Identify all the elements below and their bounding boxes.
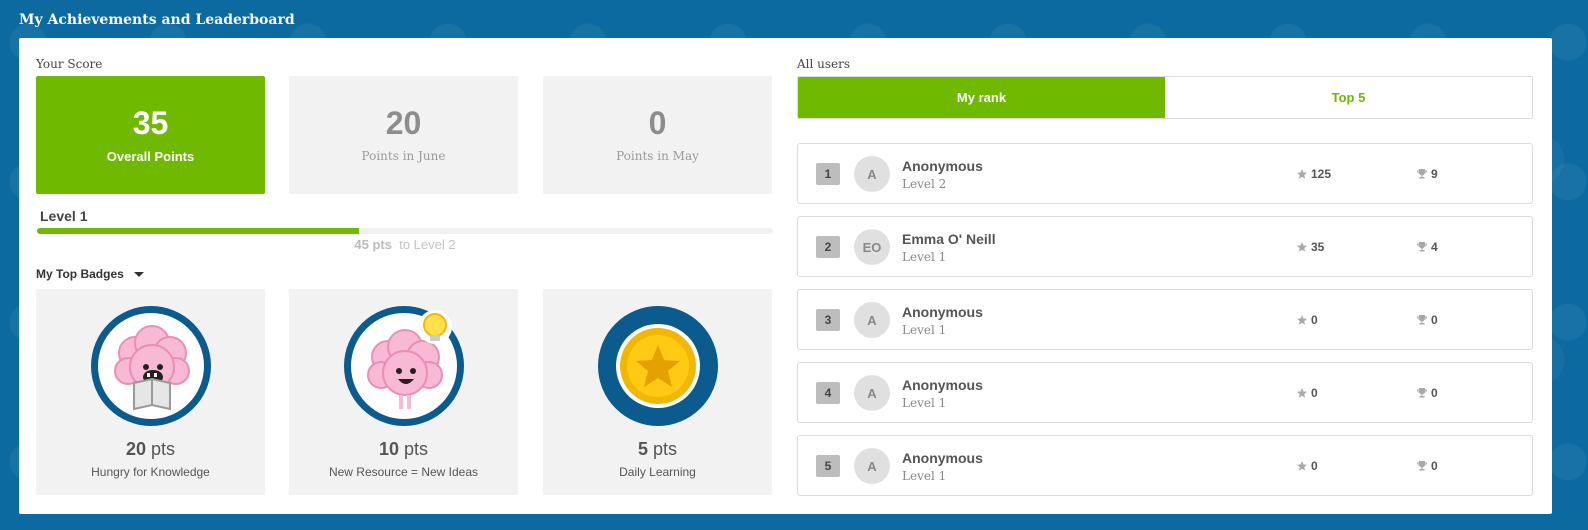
points-may-value: 0 xyxy=(648,105,667,141)
rank-number: 1 xyxy=(816,163,840,185)
user-name: Anonymous xyxy=(902,450,983,466)
all-users-label: All users xyxy=(797,57,851,71)
rank-number: 4 xyxy=(816,382,840,404)
tab-my-rank[interactable]: My rank xyxy=(798,77,1165,118)
overall-points-caption: Overall Points xyxy=(106,148,195,164)
points-june-value: 20 xyxy=(385,105,422,141)
tab-top-5[interactable]: Top 5 xyxy=(1165,77,1532,118)
user-level: Level 1 xyxy=(902,323,947,337)
level-progress-text: 45 pts to Level 2 xyxy=(19,237,791,252)
leaderboard-list: 1 A Anonymous Level 2 125 9 2 EO Emma O'… xyxy=(797,143,1533,508)
badge-points: 10 pts xyxy=(378,439,429,459)
badge-name: Daily Learning xyxy=(619,465,696,479)
avatar: A xyxy=(854,302,890,338)
user-level: Level 1 xyxy=(902,250,947,264)
overall-points-value: 35 xyxy=(132,104,169,141)
trophy-icon xyxy=(1417,242,1427,252)
page-title: My Achievements and Leaderboard xyxy=(19,12,295,28)
trophy-icon xyxy=(1417,461,1427,471)
pts-remaining: 45 pts xyxy=(354,237,392,252)
rank-number: 5 xyxy=(816,455,840,477)
star-count: 0 xyxy=(1296,459,1318,473)
star-count: 125 xyxy=(1296,167,1331,181)
avatar: EO xyxy=(854,229,890,265)
badge-name: Hungry for Knowledge xyxy=(91,465,210,479)
user-level: Level 2 xyxy=(902,177,947,191)
caret-down-icon xyxy=(133,271,144,277)
leaderboard-row[interactable]: 2 EO Emma O' Neill Level 1 35 4 xyxy=(797,216,1533,277)
top-badges-label: My Top Badges xyxy=(36,267,124,281)
level-progress-bar xyxy=(37,228,773,234)
star-icon xyxy=(1297,169,1307,179)
badge-points: 5 pts xyxy=(637,439,678,459)
gold-star-coin-icon xyxy=(597,305,719,427)
user-level: Level 1 xyxy=(902,469,947,483)
trophy-count: 0 xyxy=(1416,459,1438,473)
points-june-caption: Points in June xyxy=(361,149,446,163)
badge-card[interactable]: 10 pts New Resource = New Ideas xyxy=(289,289,518,495)
your-score-label: Your Score xyxy=(36,57,103,71)
avatar: A xyxy=(854,448,890,484)
leaderboard-row[interactable]: 5 A Anonymous Level 1 0 0 xyxy=(797,435,1533,496)
badge-card[interactable]: 20 pts Hungry for Knowledge xyxy=(36,289,265,495)
star-icon xyxy=(1297,388,1307,398)
to-next-level: to Level 2 xyxy=(399,237,456,252)
badge-name: New Resource = New Ideas xyxy=(328,465,479,479)
star-icon xyxy=(1297,242,1307,252)
trophy-icon xyxy=(1417,388,1427,398)
user-level: Level 1 xyxy=(902,396,947,410)
trophy-icon xyxy=(1417,169,1427,179)
leaderboard-tabs: My rank Top 5 xyxy=(797,76,1533,119)
user-name: Anonymous xyxy=(902,377,983,393)
trophy-icon xyxy=(1417,315,1427,325)
overall-points-box: 35 Overall Points xyxy=(36,76,265,194)
star-count: 0 xyxy=(1296,313,1318,327)
points-may-box: 0 Points in May xyxy=(543,76,772,194)
user-name: Anonymous xyxy=(902,158,983,174)
user-name: Anonymous xyxy=(902,304,983,320)
badge-points: 20 pts xyxy=(125,439,176,459)
leaderboard-row[interactable]: 1 A Anonymous Level 2 125 9 xyxy=(797,143,1533,204)
user-name: Emma O' Neill xyxy=(902,231,996,247)
leaderboard-row[interactable]: 4 A Anonymous Level 1 0 0 xyxy=(797,362,1533,423)
star-icon xyxy=(1297,461,1307,471)
level-progress-fill xyxy=(37,228,359,234)
avatar: A xyxy=(854,375,890,411)
star-icon xyxy=(1297,315,1307,325)
leaderboard-row[interactable]: 3 A Anonymous Level 1 0 0 xyxy=(797,289,1533,350)
points-june-box: 20 Points in June xyxy=(289,76,518,194)
level-title: Level 1 xyxy=(40,208,88,224)
brain-reading-icon xyxy=(90,305,212,427)
star-count: 35 xyxy=(1296,240,1324,254)
avatar: A xyxy=(854,156,890,192)
trophy-count: 4 xyxy=(1416,240,1438,254)
rank-number: 2 xyxy=(816,236,840,258)
points-may-caption: Points in May xyxy=(616,149,699,163)
badge-card[interactable]: 5 pts Daily Learning xyxy=(543,289,772,495)
rank-number: 3 xyxy=(816,309,840,331)
trophy-count: 9 xyxy=(1416,167,1438,181)
top-badges-dropdown[interactable]: My Top Badges xyxy=(36,267,144,281)
brain-lightbulb-icon xyxy=(343,305,465,427)
trophy-count: 0 xyxy=(1416,386,1438,400)
star-count: 0 xyxy=(1296,386,1318,400)
achievements-card: Your Score 35 Overall Points 20 Points i… xyxy=(19,38,1552,514)
trophy-count: 0 xyxy=(1416,313,1438,327)
